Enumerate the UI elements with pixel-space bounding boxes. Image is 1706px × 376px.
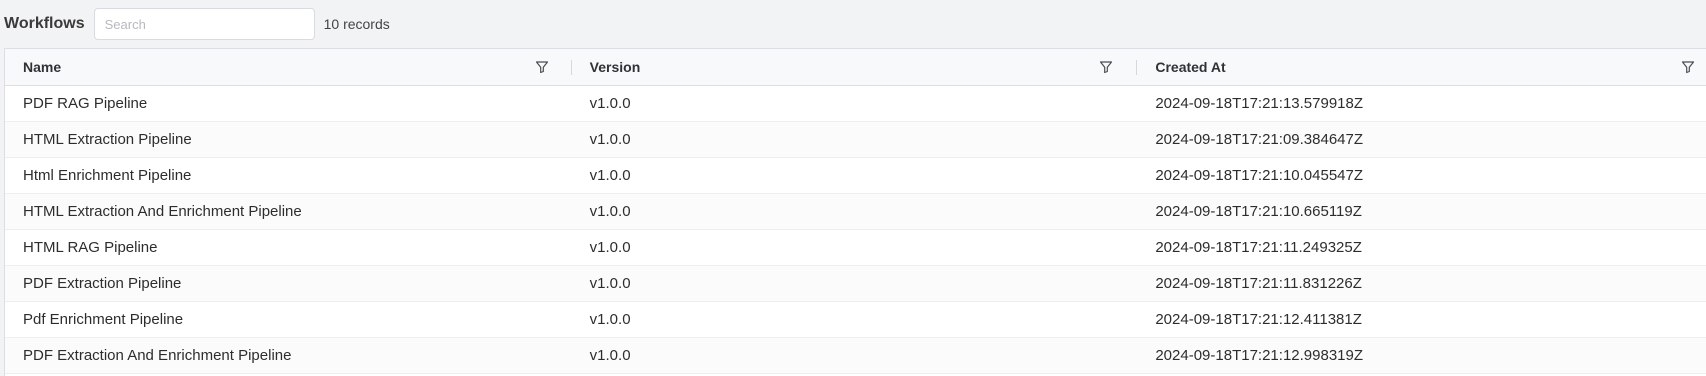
filter-icon[interactable] [535, 60, 549, 74]
cell-name: HTML RAG Pipeline [23, 239, 158, 256]
cell-name: PDF Extraction Pipeline [23, 275, 182, 292]
cell-version: v1.0.0 [589, 239, 631, 256]
column-header-version[interactable]: Version [572, 49, 1138, 85]
table-row[interactable]: HTML Extraction Pipeline v1.0.0 2024-09-… [5, 122, 1706, 158]
cell-name: HTML Extraction And Enrichment Pipeline [23, 203, 302, 220]
table-header: Name Version Created At [5, 49, 1706, 86]
toolbar: Workflows 10 records [0, 0, 1706, 48]
table-row[interactable]: HTML RAG Pipeline v1.0.0 2024-09-18T17:2… [5, 230, 1706, 266]
table-body: PDF RAG Pipeline v1.0.0 2024-09-18T17:21… [5, 86, 1706, 374]
cell-created-at: 2024-09-18T17:21:12.998319Z [1155, 347, 1364, 364]
cell-name: HTML Extraction Pipeline [23, 131, 192, 148]
cell-version: v1.0.0 [589, 95, 631, 112]
cell-name: PDF Extraction And Enrichment Pipeline [23, 347, 292, 364]
cell-version: v1.0.0 [589, 131, 631, 148]
column-header-name[interactable]: Name [5, 49, 572, 85]
column-header-created-at[interactable]: Created At [1137, 49, 1706, 85]
cell-name: Pdf Enrichment Pipeline [23, 311, 184, 328]
cell-version: v1.0.0 [589, 275, 631, 292]
table-row[interactable]: PDF RAG Pipeline v1.0.0 2024-09-18T17:21… [5, 86, 1706, 122]
table-row[interactable]: Pdf Enrichment Pipeline v1.0.0 2024-09-1… [5, 302, 1706, 338]
cell-created-at: 2024-09-18T17:21:10.665119Z [1155, 203, 1362, 220]
page-title: Workflows [4, 15, 85, 32]
cell-version: v1.0.0 [589, 167, 631, 184]
table-row[interactable]: PDF Extraction Pipeline v1.0.0 2024-09-1… [5, 266, 1706, 302]
cell-created-at: 2024-09-18T17:21:12.411381Z [1155, 311, 1362, 328]
cell-name: Html Enrichment Pipeline [23, 167, 192, 184]
cell-created-at: 2024-09-18T17:21:11.831226Z [1155, 275, 1362, 292]
record-count: 10 records [323, 16, 390, 32]
cell-version: v1.0.0 [589, 347, 631, 364]
filter-icon[interactable] [1681, 60, 1695, 74]
column-header-label: Version [589, 59, 641, 75]
filter-icon[interactable] [1099, 60, 1113, 74]
cell-version: v1.0.0 [589, 203, 631, 220]
cell-created-at: 2024-09-18T17:21:11.249325Z [1155, 239, 1362, 256]
table-row[interactable]: Html Enrichment Pipeline v1.0.0 2024-09-… [5, 158, 1706, 194]
cell-version: v1.0.0 [589, 311, 631, 328]
column-header-label: Created At [1155, 59, 1226, 75]
column-header-label: Name [23, 59, 62, 75]
table-row[interactable]: HTML Extraction And Enrichment Pipeline … [5, 194, 1706, 230]
search-input[interactable] [93, 8, 315, 40]
table-row[interactable]: PDF Extraction And Enrichment Pipeline v… [5, 338, 1706, 374]
cell-created-at: 2024-09-18T17:21:13.579918Z [1155, 95, 1364, 112]
cell-created-at: 2024-09-18T17:21:09.384647Z [1155, 131, 1364, 148]
cell-created-at: 2024-09-18T17:21:10.045547Z [1155, 167, 1364, 184]
workflows-table: Name Version Created At PDF RAG Pipeline… [4, 48, 1706, 376]
cell-name: PDF RAG Pipeline [23, 95, 148, 112]
